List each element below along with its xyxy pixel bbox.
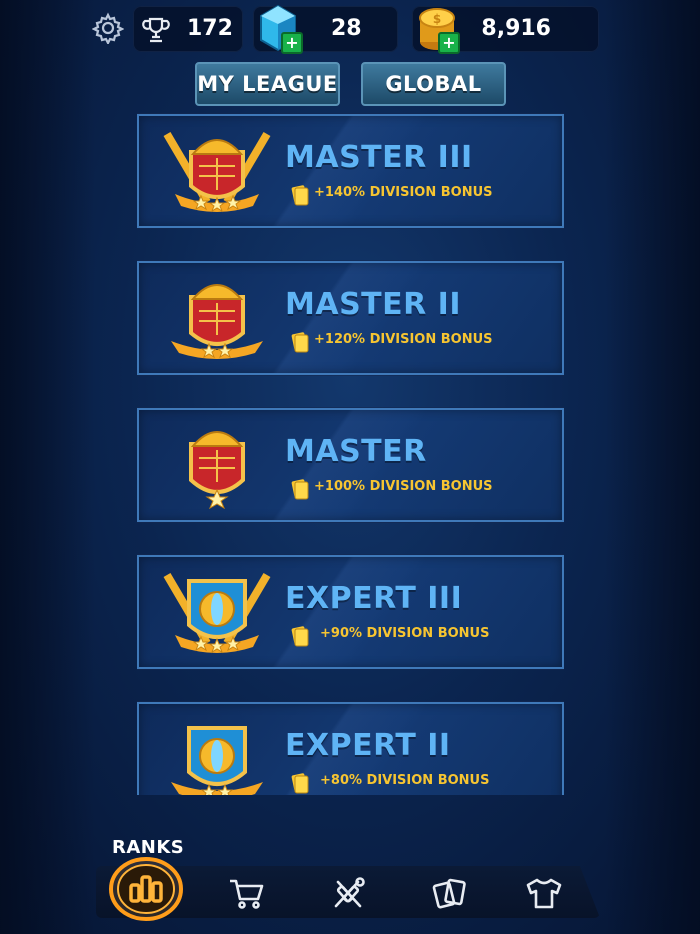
division-name: MASTER bbox=[285, 434, 427, 469]
top-bar: 172 + 28 $ + 8,916 bbox=[88, 4, 600, 54]
coin-counter[interactable]: $ + 8,916 bbox=[412, 6, 599, 54]
division-list[interactable]: MASTER III +140% DIVISION BONUS MASTER I… bbox=[137, 112, 564, 795]
trophy-counter[interactable]: 172 bbox=[133, 6, 243, 52]
card-icon bbox=[291, 332, 309, 353]
master-iii-badge-icon bbox=[163, 131, 271, 213]
cricket-bats-icon[interactable] bbox=[328, 876, 368, 910]
svg-text:$: $ bbox=[433, 12, 441, 26]
trophy-count: 172 bbox=[187, 16, 233, 41]
division-card-master[interactable]: MASTER +100% DIVISION BONUS bbox=[137, 408, 564, 522]
add-gems-icon[interactable]: + bbox=[281, 32, 303, 54]
card-icon bbox=[291, 773, 309, 794]
cards-icon[interactable] bbox=[430, 876, 470, 910]
coin-count: 8,916 bbox=[481, 16, 551, 41]
card-icon bbox=[291, 479, 309, 500]
gear-icon[interactable] bbox=[92, 12, 124, 44]
tab-my-league[interactable]: MY LEAGUE bbox=[195, 62, 340, 106]
master-badge-icon bbox=[189, 431, 245, 510]
division-bonus: +140% DIVISION BONUS bbox=[314, 185, 493, 200]
tab-global[interactable]: GLOBAL bbox=[361, 62, 506, 106]
gem-count: 28 bbox=[331, 16, 362, 41]
jersey-icon[interactable] bbox=[524, 876, 564, 910]
division-bonus: +90% DIVISION BONUS bbox=[320, 626, 490, 641]
division-card-expert-ii[interactable]: EXPERT II +80% DIVISION BONUS bbox=[137, 702, 564, 795]
shop-cart-icon[interactable] bbox=[226, 876, 266, 910]
division-bonus: +80% DIVISION BONUS bbox=[320, 773, 490, 788]
division-card-master-iii[interactable]: MASTER III +140% DIVISION BONUS bbox=[137, 114, 564, 228]
division-name: MASTER II bbox=[285, 287, 462, 322]
left-edge-shade bbox=[0, 0, 95, 934]
expert-iii-badge-icon bbox=[163, 572, 271, 654]
ranks-icon[interactable] bbox=[107, 855, 185, 923]
master-ii-badge-icon bbox=[171, 284, 263, 359]
division-name: EXPERT II bbox=[285, 728, 451, 763]
trophy-icon bbox=[142, 17, 170, 43]
division-bonus: +120% DIVISION BONUS bbox=[314, 332, 493, 347]
right-edge-shade bbox=[605, 0, 700, 934]
add-coins-icon[interactable]: + bbox=[438, 32, 460, 54]
gem-counter[interactable]: + 28 bbox=[253, 4, 398, 54]
division-card-master-ii[interactable]: MASTER II +120% DIVISION BONUS bbox=[137, 261, 564, 375]
card-icon bbox=[291, 626, 309, 647]
division-name: MASTER III bbox=[285, 140, 473, 175]
division-bonus: +100% DIVISION BONUS bbox=[314, 479, 493, 494]
card-icon bbox=[291, 185, 309, 206]
expert-ii-badge-icon bbox=[171, 726, 263, 795]
division-card-expert-iii[interactable]: EXPERT III +90% DIVISION BONUS bbox=[137, 555, 564, 669]
division-name: EXPERT III bbox=[285, 581, 463, 616]
